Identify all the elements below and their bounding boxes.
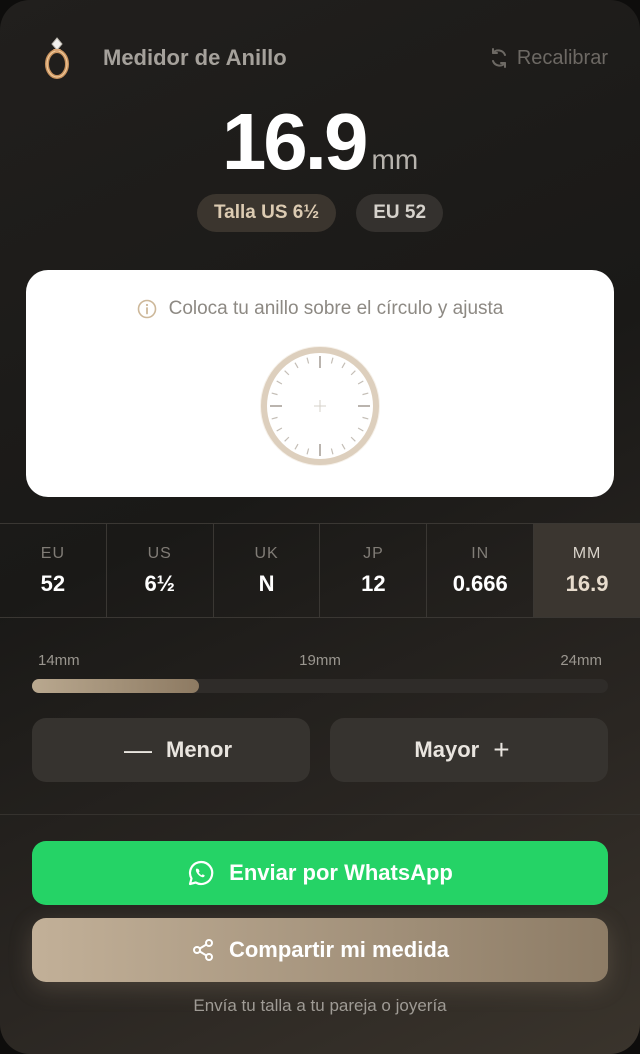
slider-fill <box>32 679 200 693</box>
measurement-unit: mm <box>371 144 419 175</box>
whatsapp-icon <box>189 860 214 886</box>
size-label: MM <box>572 544 602 562</box>
size-label: IN <box>471 544 490 562</box>
plus-icon: + <box>493 734 510 765</box>
increase-label: Mayor <box>414 737 480 762</box>
whatsapp-button[interactable]: Enviar por WhatsApp <box>32 841 608 905</box>
eu-size-badge: EU 52 <box>356 194 444 232</box>
footer-note: Envía tu talla a tu pareja o joyería <box>193 996 447 1015</box>
size-value: 16.9 <box>565 570 609 596</box>
size-range-slider[interactable] <box>32 679 608 693</box>
app-title: Medidor de Anillo <box>103 45 287 70</box>
size-value: N <box>258 570 275 596</box>
ring-logo-icon <box>45 37 69 79</box>
size-cell-uk[interactable]: UK N <box>214 524 321 617</box>
size-label: US <box>147 544 172 562</box>
size-cell-jp[interactable]: JP 12 <box>320 524 428 617</box>
size-label: UK <box>254 544 279 562</box>
minus-icon: — <box>124 734 152 765</box>
whatsapp-label: Enviar por WhatsApp <box>229 860 453 885</box>
range-max-label: 24mm <box>560 652 602 669</box>
measurement-value: 16.9 <box>221 97 369 186</box>
size-cell-us[interactable]: US 6½ <box>107 524 214 617</box>
divider <box>0 814 640 815</box>
size-value: 6½ <box>144 570 176 596</box>
recalibrate-label: Recalibrar <box>516 46 608 69</box>
calibration-panel: Coloca tu anillo sobre el círculo y ajus… <box>26 270 614 497</box>
size-cell-eu[interactable]: EU 52 <box>0 524 107 617</box>
measurement-display: 16.9 mm <box>0 96 640 188</box>
calibration-hint-text: Coloca tu anillo sobre el círculo y ajus… <box>168 298 504 319</box>
increase-button[interactable]: Mayor + <box>330 718 608 782</box>
range-min-label: 14mm <box>38 652 80 669</box>
calibration-hint: Coloca tu anillo sobre el círculo y ajus… <box>26 298 614 320</box>
refresh-icon <box>491 48 506 68</box>
size-value: 0.666 <box>452 570 508 596</box>
range-mid-label: 19mm <box>299 652 341 669</box>
app-header: Medidor de Anillo Recalibrar <box>40 34 608 82</box>
ring-sizer-card: Medidor de Anillo Recalibrar 16.9 mm Tall… <box>0 0 640 1054</box>
size-label: JP <box>363 544 384 562</box>
info-icon <box>137 299 156 319</box>
share-icon <box>192 939 213 961</box>
share-label: Compartir mi medida <box>228 937 450 962</box>
decrease-label: Menor <box>166 737 232 762</box>
decrease-button[interactable]: — Menor <box>32 718 310 782</box>
size-value: 12 <box>361 570 386 596</box>
step-controls: — Menor Mayor + <box>32 718 608 782</box>
recalibrate-button[interactable]: Recalibrar <box>489 47 608 70</box>
size-conversion-table: EU 52 US 6½ UK N JP 12 IN 0.666 MM 16.9 <box>0 523 640 618</box>
size-cell-in[interactable]: IN 0.666 <box>427 524 535 617</box>
size-cell-mm[interactable]: MM 16.9 <box>534 524 640 617</box>
size-value: 52 <box>40 570 66 596</box>
size-badges: Talla US 6½ EU 52 <box>0 194 640 232</box>
size-label: EU <box>40 544 66 562</box>
us-size-badge: Talla US 6½ <box>196 194 337 232</box>
ring-measure-circle[interactable] <box>258 344 382 468</box>
share-button[interactable]: Compartir mi medida <box>32 918 608 982</box>
range-labels: 14mm 19mm 24mm <box>38 652 602 669</box>
